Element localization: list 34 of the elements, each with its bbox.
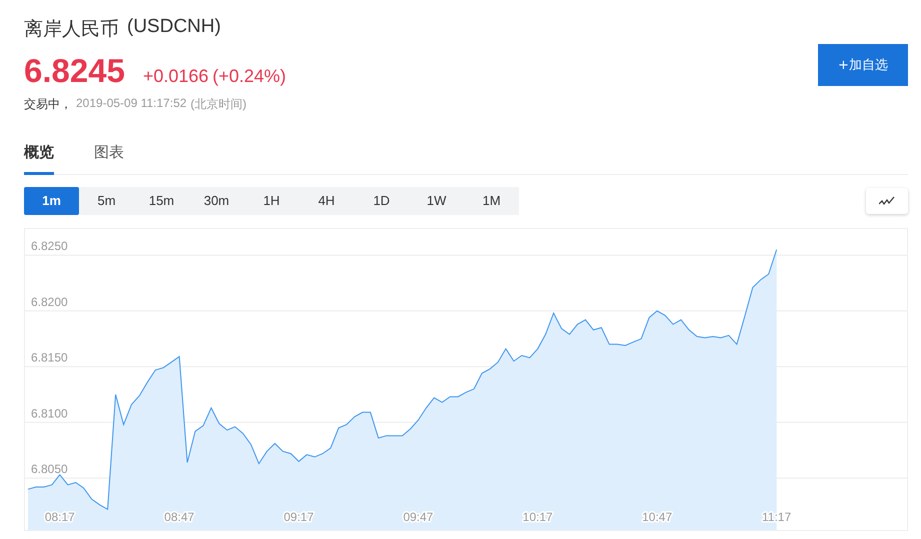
timezone-label: (北京时间) xyxy=(190,96,247,113)
x-axis-label: 09:47 xyxy=(403,510,434,524)
last-price: 6.8245 xyxy=(24,52,125,90)
instrument-symbol: (USDCNH) xyxy=(127,16,221,39)
interval-button[interactable]: 15m xyxy=(134,187,189,215)
interval-button[interactable]: 1D xyxy=(354,187,409,215)
add-to-watchlist-button[interactable]: +加自选 xyxy=(818,44,908,86)
timestamp: 2019-05-09 11:17:52 xyxy=(76,96,187,112)
interval-button[interactable]: 1m xyxy=(24,187,79,215)
y-axis-label: 6.8150 xyxy=(31,350,68,365)
interval-button[interactable]: 1H xyxy=(244,187,299,215)
price-change: +0.0166 xyxy=(142,66,209,87)
tab[interactable]: 概览 xyxy=(24,135,54,175)
interval-button[interactable]: 5m xyxy=(79,187,134,215)
trading-status: 交易中， xyxy=(24,96,72,113)
interval-button[interactable]: 1M xyxy=(464,187,519,215)
x-axis-label: 09:17 xyxy=(284,510,314,524)
y-axis-label: 6.8250 xyxy=(31,239,68,254)
x-axis-label: 08:17 xyxy=(44,510,75,524)
interval-button[interactable]: 30m xyxy=(189,187,244,215)
interval-button[interactable]: 1W xyxy=(409,187,464,215)
instrument-name: 离岸人民币 xyxy=(24,18,119,42)
x-axis-label: 10:47 xyxy=(642,510,672,524)
y-axis-label: 6.8050 xyxy=(31,462,68,476)
line-chart-icon xyxy=(879,196,895,206)
x-axis-label: 08:47 xyxy=(164,510,194,524)
y-axis-label: 6.8100 xyxy=(31,406,68,420)
interval-button[interactable]: 4H xyxy=(299,187,354,215)
percent-change: (+0.24%) xyxy=(212,66,286,87)
y-axis-label: 6.8200 xyxy=(31,294,68,309)
chart-type-button[interactable] xyxy=(866,188,908,214)
x-axis-label: 10:17 xyxy=(522,510,553,524)
x-axis-label: 11:17 xyxy=(762,510,792,524)
tab[interactable]: 图表 xyxy=(94,135,124,175)
